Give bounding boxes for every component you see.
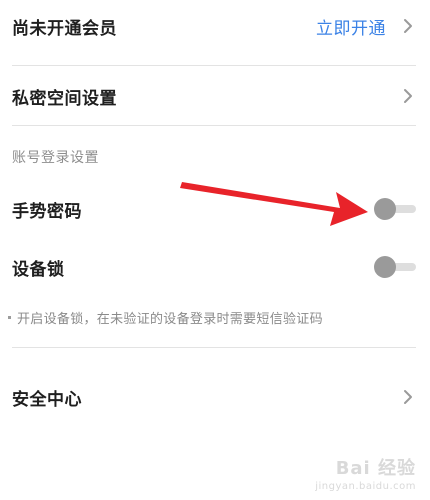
device-lock-toggle[interactable] bbox=[374, 256, 416, 278]
device-lock-hint: 开启设备锁，在未验证的设备登录时需要短信验证码 bbox=[8, 308, 323, 327]
chevron-right-icon bbox=[404, 89, 412, 103]
gesture-password-label: 手势密码 bbox=[12, 201, 82, 222]
security-center-row[interactable]: 安全中心 bbox=[12, 382, 416, 412]
watermark-text: Bai 经验 bbox=[335, 458, 416, 479]
baidu-watermark: Bai 经验 jingyan.baidu.com bbox=[315, 454, 416, 492]
private-space-label: 私密空间设置 bbox=[12, 88, 117, 109]
red-arrow-annotation bbox=[180, 182, 368, 226]
watermark-sub: jingyan.baidu.com bbox=[315, 481, 416, 492]
divider bbox=[12, 65, 416, 66]
chevron-right-icon bbox=[404, 19, 412, 33]
private-space-row[interactable]: 私密空间设置 bbox=[12, 82, 416, 110]
membership-label: 尚未开通会员 bbox=[12, 18, 117, 39]
divider bbox=[12, 347, 416, 348]
security-center-label: 安全中心 bbox=[12, 389, 82, 410]
device-lock-label: 设备锁 bbox=[12, 259, 65, 280]
membership-row[interactable]: 尚未开通会员 立即开通 bbox=[12, 12, 416, 40]
device-lock-row: 设备锁 bbox=[12, 252, 416, 282]
membership-right: 立即开通 bbox=[316, 14, 416, 39]
bullet-icon bbox=[8, 316, 11, 319]
divider bbox=[12, 125, 416, 126]
section-title-login-settings: 账号登录设置 bbox=[12, 150, 99, 166]
activate-membership-link[interactable]: 立即开通 bbox=[316, 14, 386, 39]
toggle-knob bbox=[374, 256, 396, 278]
device-lock-hint-text: 开启设备锁，在未验证的设备登录时需要短信验证码 bbox=[17, 312, 323, 327]
toggle-knob bbox=[374, 198, 396, 220]
chevron-right-icon bbox=[404, 390, 412, 404]
gesture-password-row: 手势密码 bbox=[12, 194, 416, 224]
gesture-password-toggle[interactable] bbox=[374, 198, 416, 220]
